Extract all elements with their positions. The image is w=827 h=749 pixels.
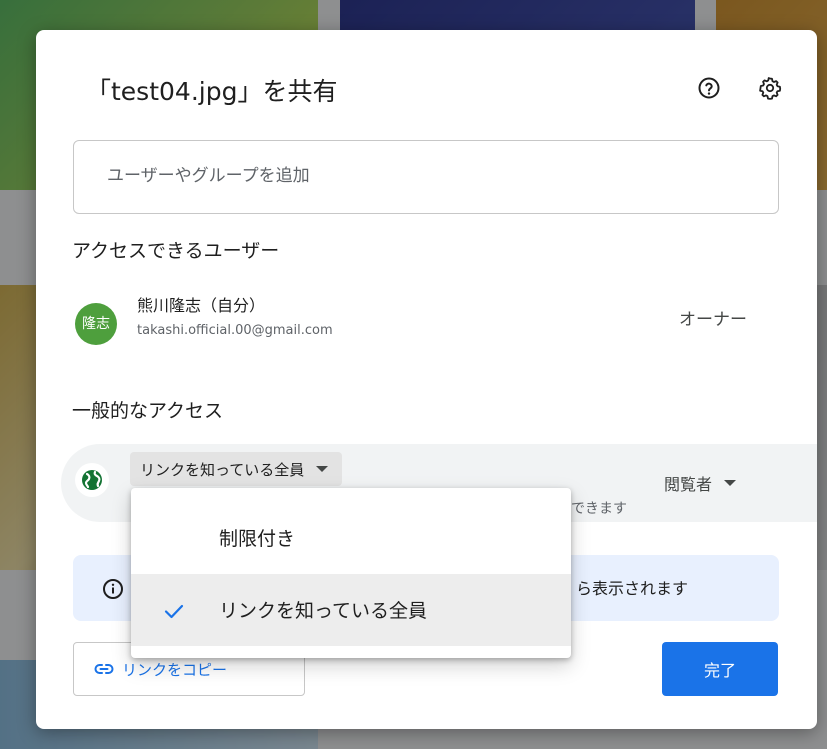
menu-item-label: リンクを知っている全員 <box>219 600 428 622</box>
dialog-title: 「test04.jpg」を共有 <box>86 77 338 106</box>
viewer-role-label: 閲覧者 <box>664 475 713 494</box>
add-people-input[interactable] <box>105 165 749 187</box>
general-access-heading: 一般的なアクセス <box>72 400 224 422</box>
user-email: takashi.official.00@gmail.com <box>137 323 333 338</box>
done-button[interactable]: 完了 <box>662 642 778 696</box>
chevron-down-icon <box>724 480 737 486</box>
help-icon[interactable] <box>697 76 721 100</box>
globe-icon <box>82 470 102 490</box>
chevron-down-icon <box>316 466 329 472</box>
viewer-role-dropdown[interactable]: 閲覧者 <box>664 471 737 495</box>
link-icon <box>94 664 114 674</box>
info-icon <box>103 579 123 599</box>
user-name: 熊川隆志（自分） <box>137 296 266 315</box>
copy-link-label: リンクをコピー <box>122 660 228 679</box>
avatar: 隆志 <box>75 303 117 345</box>
menu-item-anyone-with-link[interactable]: リンクを知っている全員 <box>131 574 571 646</box>
globe-icon-container <box>75 463 109 497</box>
owner-role-label: オーナー <box>679 310 747 330</box>
general-access-menu: 制限付き リンクを知っている全員 <box>131 488 571 658</box>
menu-item-label: 制限付き <box>219 528 296 550</box>
check-icon <box>164 604 184 619</box>
info-banner-text: ら表示されます <box>576 579 689 598</box>
menu-item-restricted[interactable]: 制限付き <box>131 500 571 572</box>
add-people-field[interactable] <box>73 140 779 214</box>
general-access-dropdown[interactable]: リンクを知っている全員 <box>130 452 343 486</box>
gear-icon[interactable] <box>758 76 782 100</box>
general-access-description: できます <box>571 501 627 517</box>
people-with-access-heading: アクセスできるユーザー <box>72 240 280 262</box>
general-access-selected: リンクを知っている全員 <box>140 460 305 479</box>
